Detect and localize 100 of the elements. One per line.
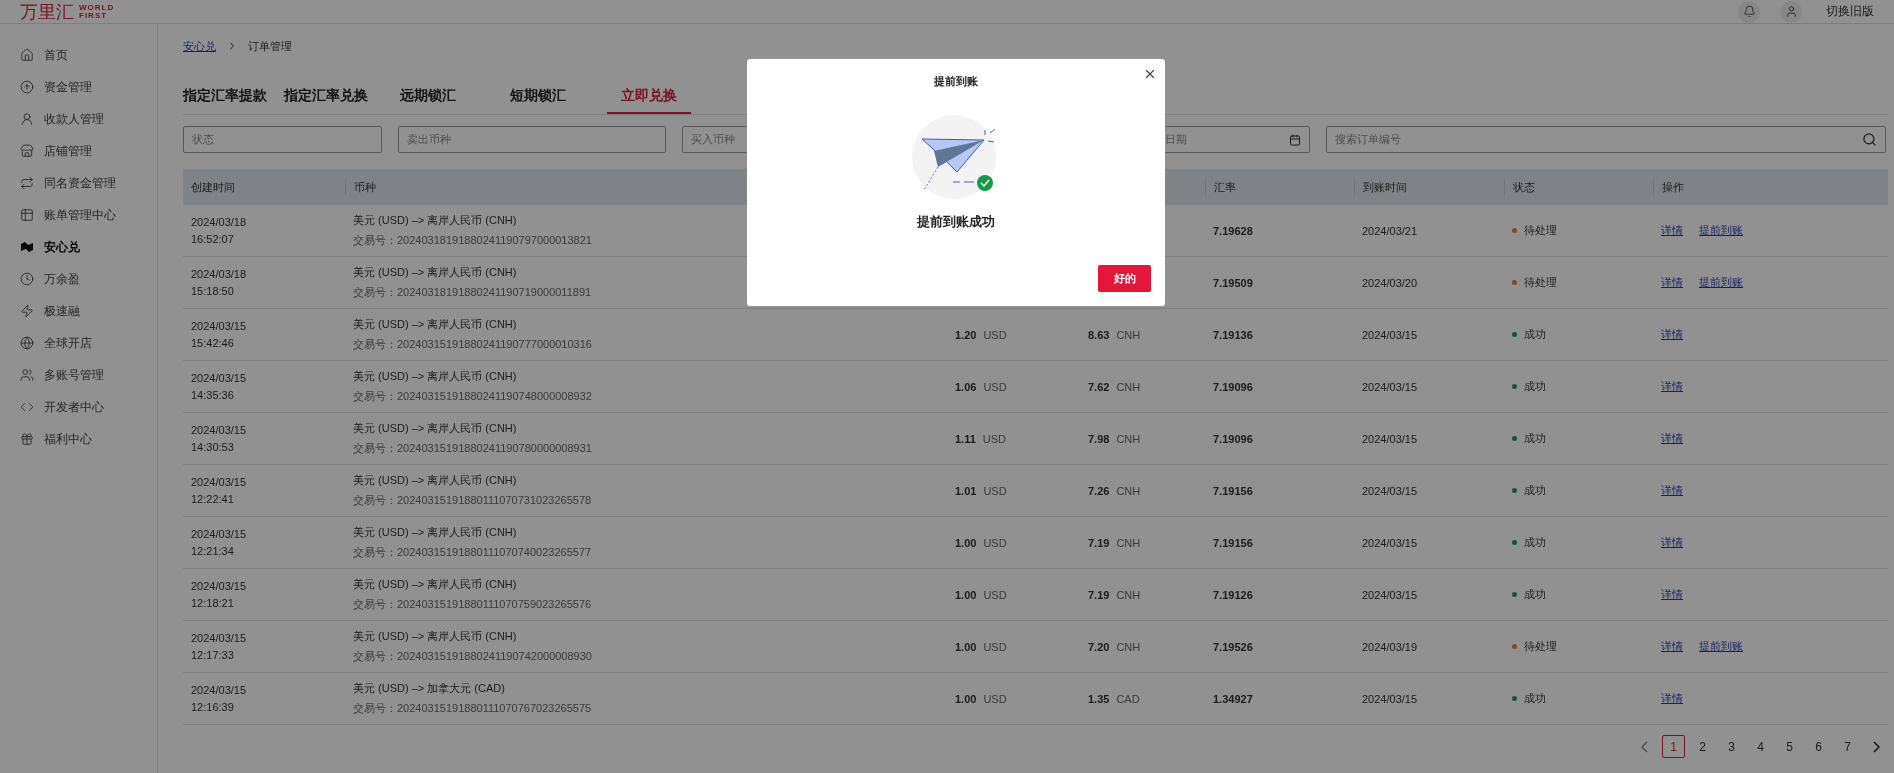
column-header: 到账时间 [1363,179,1407,195]
page-button[interactable]: 3 [1720,735,1743,758]
page-button[interactable]: 7 [1836,735,1859,758]
sidebar-item[interactable]: 全球开店 [20,327,157,359]
status-label: 待处理 [1524,639,1557,654]
sidebar-item[interactable]: 资金管理 [20,71,157,103]
table-cell: USD [983,380,1007,393]
table-cell: 1.20 [955,328,977,341]
table-cell-text: 2024/03/15 [191,528,248,540]
account-button[interactable] [1780,0,1802,23]
table-cell-text: 7.19156 [1213,536,1254,549]
ok-button[interactable]: 好的 [1098,265,1151,292]
action-link[interactable]: 详情 [1661,691,1683,706]
tab[interactable]: 指定汇率提款 [183,85,267,114]
select-field[interactable]: 状态 [183,126,382,153]
sidebar-item[interactable]: 店铺管理 [20,135,157,167]
sidebar-item[interactable]: 收款人管理 [20,103,157,135]
table-cell-text: 2024/03/15 [191,424,248,436]
table-cell-text: 交易号：20240315191880111070740023265577 [353,545,593,560]
select-field[interactable]: 卖出币种 [398,126,666,153]
tab[interactable]: 短期锁汇 [510,85,566,114]
action-link[interactable]: 详情 [1661,587,1683,602]
column-header: 操作 [1662,179,1684,195]
sidebar-item[interactable]: 极速融 [20,295,157,327]
breadcrumb-link[interactable]: 安心兑 [183,38,216,54]
sidebar-item[interactable]: 多账号管理 [20,359,157,391]
table-cell-text: 美元 (USD) –> 加拿大元 (CAD) [353,681,506,696]
page-button[interactable]: 5 [1778,735,1801,758]
status-label: 成功 [1524,483,1546,498]
table-cell: 1.35 [1088,692,1110,705]
home-icon [20,48,34,62]
table-cell-text: 美元 (USD) –> 离岸人民币 (CNH) [353,473,518,488]
table-cell-text: 美元 (USD) –> 离岸人民币 (CNH) [353,213,518,228]
table-cell: CNH [1116,640,1141,653]
switch-version-link[interactable]: 切换旧版 [1826,3,1874,20]
action-link[interactable]: 详情 [1661,223,1683,238]
table-cell: CAD [1116,692,1140,705]
status-label: 成功 [1524,587,1546,602]
action-link[interactable]: 详情 [1661,327,1683,342]
sidebar-item[interactable]: 福利中心 [20,423,157,455]
table-cell-text: 美元 (USD) –> 离岸人民币 (CNH) [353,421,518,436]
table-cell-text: 16:52:07 [191,233,235,245]
table-cell-text: 2024/03/15 [1362,692,1419,705]
table-cell: 7.19 [1088,536,1110,549]
action-link[interactable]: 提前到账 [1699,223,1743,238]
table-cell-text: 2024/03/15 [1362,328,1419,341]
table-cell-text: 7.19628 [1213,224,1254,237]
breadcrumb-current: 订单管理 [248,38,292,54]
action-link[interactable]: 提前到账 [1699,275,1743,290]
action-link[interactable]: 提前到账 [1699,639,1743,654]
action-link[interactable]: 详情 [1661,535,1683,550]
sidebar-item[interactable]: 万余盈 [20,263,157,295]
table-cell-text: 7.19156 [1213,484,1254,497]
table-cell-text: 15:42:46 [191,337,235,349]
table-cell-text: 2024/03/15 [191,320,248,332]
tab[interactable]: 立即兑换 [607,85,691,114]
transfer-icon [20,176,34,190]
table-cell-text: 7.19126 [1213,588,1254,601]
status-label: 成功 [1524,379,1546,394]
success-message: 提前到账成功 [917,213,995,231]
sidebar-item[interactable]: 首页 [20,39,157,71]
action-link[interactable]: 详情 [1661,639,1683,654]
page-button[interactable]: 6 [1807,735,1830,758]
close-button[interactable] [1143,67,1157,81]
page-button[interactable]: 1 [1662,735,1685,758]
status-label: 待处理 [1524,275,1557,290]
page-button[interactable]: 4 [1749,735,1772,758]
table-cell: USD [982,432,1007,445]
table-cell: 1.06 [955,380,977,393]
action-link[interactable]: 详情 [1661,483,1683,498]
sidebar-item[interactable]: 账单管理中心 [20,199,157,231]
table-cell-text: 1.34927 [1213,692,1254,705]
action-link[interactable]: 详情 [1661,379,1683,394]
table-cell: CNH [1116,536,1141,549]
table-cell: CNH [1116,380,1141,393]
upload-icon [20,80,34,94]
status-label: 待处理 [1524,223,1557,238]
table-cell: CNH [1116,588,1141,601]
tab[interactable]: 远期锁汇 [400,85,456,114]
chevron-left-icon [1641,740,1648,753]
sidebar-item[interactable]: 同名资金管理 [20,167,157,199]
table-cell-text: 交易号：20240315191880111070731023265578 [353,493,593,508]
status-label: 成功 [1524,431,1546,446]
status-label: 成功 [1524,691,1546,706]
table-cell-text: 2024/03/15 [1362,588,1419,601]
action-link[interactable]: 详情 [1661,275,1683,290]
table-cell-text: 2024/03/15 [1362,484,1419,497]
table-cell: 8.63 [1088,328,1110,341]
tab[interactable]: 指定汇率兑换 [284,85,368,114]
table-cell: USD [983,692,1007,705]
gift-icon [20,432,34,446]
calendar-icon [1289,133,1301,146]
sidebar-item[interactable]: 安心兑 [20,231,157,263]
page-button[interactable]: 2 [1691,735,1714,758]
sidebar-item[interactable]: 开发者中心 [20,391,157,423]
clock-icon [20,272,34,286]
notification-button[interactable] [1738,0,1760,23]
bell-icon [1742,5,1756,18]
table-cell: USD [983,328,1007,341]
action-link[interactable]: 详情 [1661,431,1683,446]
